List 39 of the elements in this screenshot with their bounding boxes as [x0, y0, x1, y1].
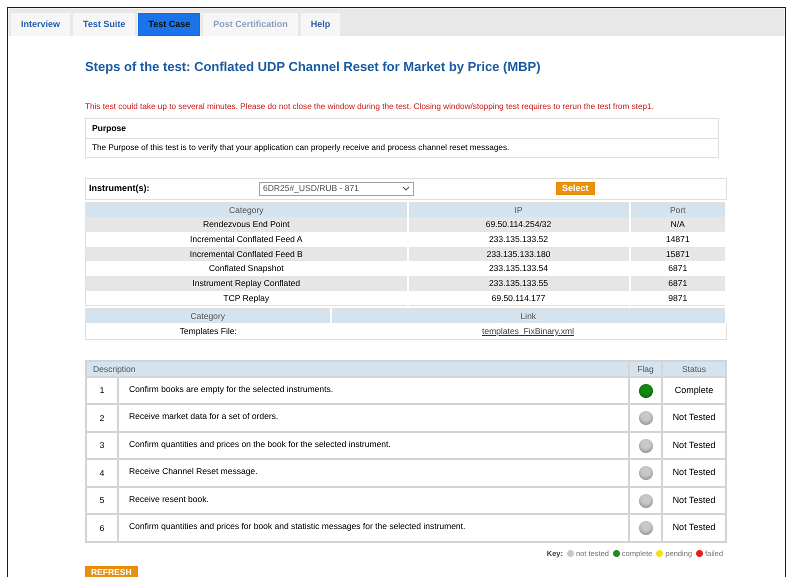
tab[interactable]: Test Case [138, 13, 200, 36]
step-description: Confirm books are empty for the selected instruments. [118, 376, 629, 404]
column-header: Description [86, 360, 629, 377]
step-description: Receive market data for a set of orders. [118, 404, 629, 432]
table-cell: 9871 [630, 290, 726, 306]
step-status: Not Tested [662, 486, 726, 514]
step-number: 1 [86, 376, 118, 404]
step-description: Receive Channel Reset message. [118, 459, 629, 487]
page-title: Steps of the test: Conflated UDP Channel Reset for Market by Price (MBP) [85, 58, 542, 76]
step-number: 2 [86, 404, 118, 432]
tab[interactable]: Test Suite [73, 13, 136, 36]
step-number: 4 [86, 459, 118, 487]
tab[interactable]: Help [300, 13, 340, 36]
column-header: Flag [629, 360, 662, 377]
step-status: Not Tested [662, 404, 726, 432]
warning-text: This test could take up to several minutes. Please do not close the window during the test. Closing window/stopping test requires to rerun the test from step1. [85, 100, 655, 113]
instrument-dropdown[interactable]: 6DR25#_USD/RUB - 871 [259, 182, 414, 196]
step-description: Confirm quantities and prices for book and statistic messages for the selected instrument. [118, 514, 629, 542]
column-header: Category [86, 308, 330, 324]
step-number: 3 [86, 432, 118, 460]
step-status: Not Tested [662, 514, 726, 542]
tab[interactable]: Interview [11, 13, 70, 36]
step-status: Complete [662, 376, 726, 404]
chevron-icon [402, 186, 410, 192]
step-description: Receive resent book. [118, 486, 629, 514]
table-cell: Templates File: [86, 323, 330, 340]
purpose-heading: Purpose [86, 118, 718, 139]
column-header: Status [662, 360, 726, 377]
table-cell: TCP Replay [86, 290, 408, 306]
step-number: 6 [86, 514, 118, 542]
column-header: Link [330, 308, 726, 324]
step-number: 5 [86, 486, 118, 514]
instrument-label: Instrument(s): [89, 182, 150, 196]
purpose-text: The Purpose of this test is to verify that your application can properly receive and process channel reset messages. [91, 142, 510, 154]
step-description: Confirm quantities and prices on the book for the selected instrument. [118, 432, 629, 460]
templates-link[interactable]: templates_FixBinary.xml [482, 326, 574, 336]
table-cell: 69.50.114.177 [408, 290, 630, 306]
step-status: Not Tested [662, 459, 726, 487]
step-status: Not Tested [662, 432, 726, 460]
